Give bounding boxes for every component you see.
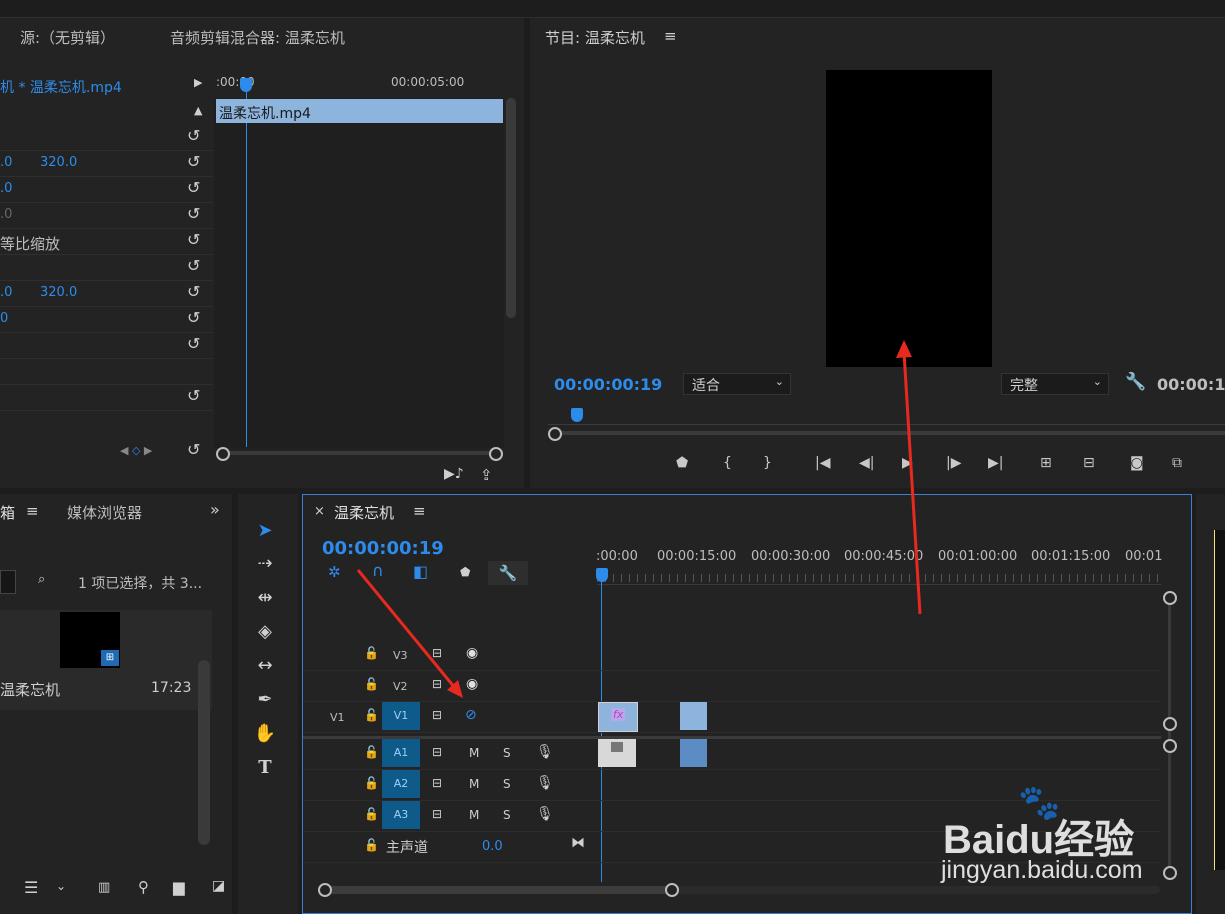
arrow-to-eye-toggle	[356, 569, 457, 689]
annotation-arrows	[356, 340, 922, 698]
watermark-url: jingyan.baidu.com	[941, 856, 1143, 884]
arrow-head-up	[896, 340, 912, 358]
arrow-to-program-monitor	[902, 351, 922, 615]
